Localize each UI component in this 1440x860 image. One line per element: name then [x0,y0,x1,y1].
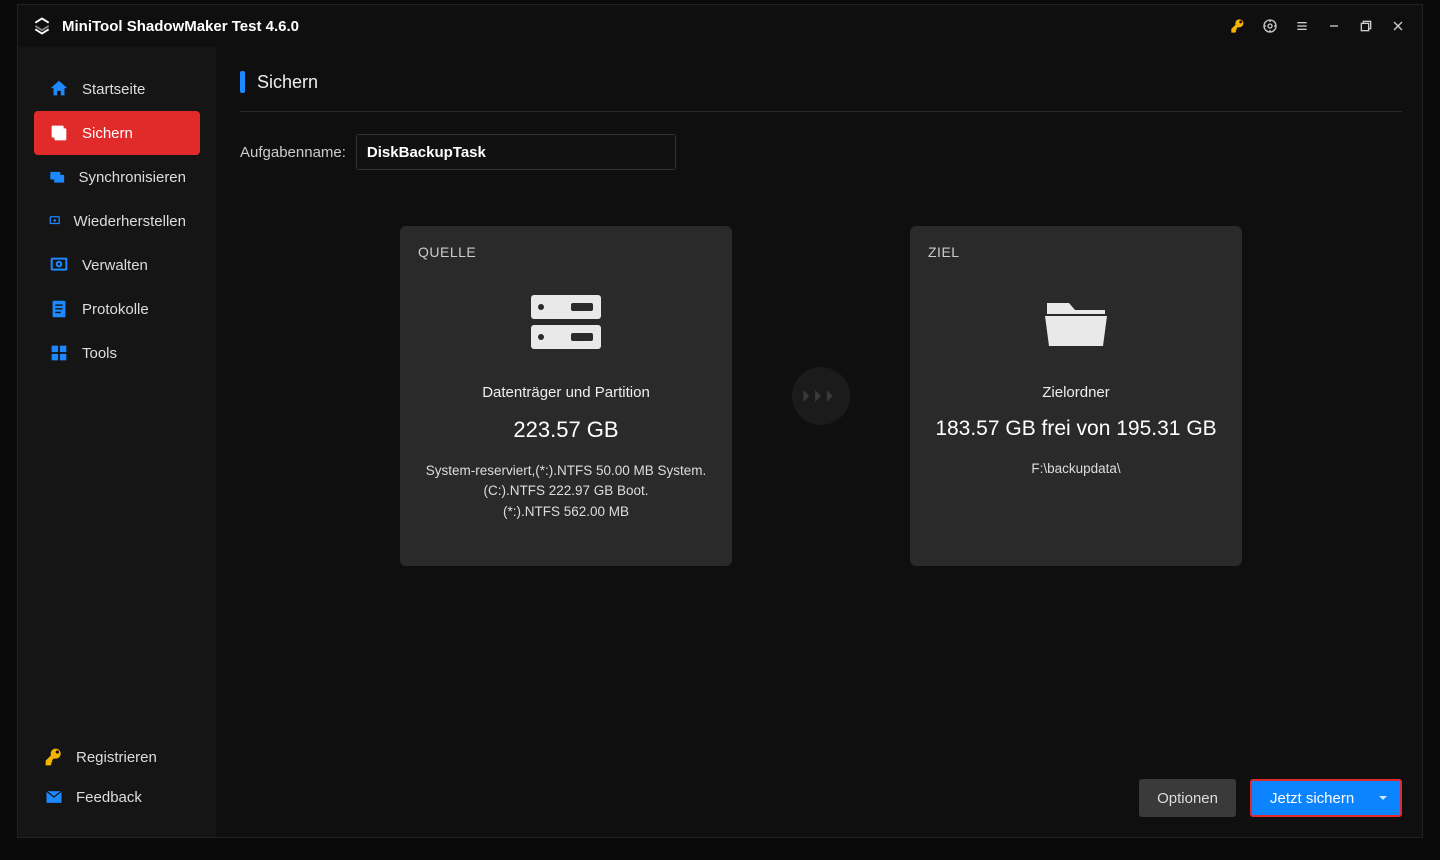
sidebar-item-label: Synchronisieren [78,169,186,186]
folder-icon [1037,288,1115,356]
sidebar-item-label: Wiederherstellen [73,213,186,230]
minimize-icon[interactable] [1318,10,1350,42]
backup-now-label: Jetzt sichern [1270,790,1354,807]
source-size: 223.57 GB [513,417,618,443]
register-link[interactable]: Registrieren [28,737,206,777]
dest-subtitle: Zielordner [1042,384,1110,401]
options-button[interactable]: Optionen [1139,779,1236,817]
logs-icon [48,298,70,320]
dest-size: 183.57 GB frei von 195.31 GB [935,417,1216,441]
backup-now-button[interactable]: Jetzt sichern [1250,779,1402,817]
source-details: System-reserviert,(*:).NTFS 50.00 MB Sys… [420,461,713,522]
register-label: Registrieren [76,749,157,766]
sync-icon [48,166,66,188]
main-content: Sichern Aufgabenname: QUELLE [216,47,1422,837]
sidebar-item-protokolle[interactable]: Protokolle [34,287,200,331]
sidebar-item-startseite[interactable]: Startseite [34,67,200,111]
taskname-input[interactable] [356,134,676,170]
tools-icon [48,342,70,364]
destination-card[interactable]: ZIEL Zielordner 183.57 GB frei von 195.3… [910,226,1242,566]
menu-icon[interactable] [1286,10,1318,42]
close-icon[interactable] [1382,10,1414,42]
backup-icon [48,122,70,144]
sidebar-item-label: Tools [82,345,117,362]
sidebar-item-synchronisieren[interactable]: Synchronisieren [34,155,200,199]
home-icon [48,78,70,100]
arrow-chevrons-icon [792,367,850,425]
manage-icon [48,254,70,276]
sidebar-item-label: Startseite [82,81,145,98]
app-title: MiniTool ShadowMaker Test 4.6.0 [62,18,299,35]
sidebar-item-wiederherstellen[interactable]: Wiederherstellen [34,199,200,243]
sidebar-item-sichern[interactable]: Sichern [34,111,200,155]
help-icon[interactable] [1254,10,1286,42]
feedback-label: Feedback [76,789,142,806]
sidebar-item-label: Verwalten [82,257,148,274]
sidebar-bottom-links: Registrieren Feedback [18,737,216,823]
page-header: Sichern [240,71,1402,93]
titlebar: MiniTool ShadowMaker Test 4.6.0 [18,5,1422,47]
page-title: Sichern [257,72,318,93]
app-window: MiniTool ShadowMaker Test 4.6.0 Startse [17,4,1423,838]
register-key-icon[interactable] [1222,10,1254,42]
sidebar: Startseite Sichern Synchronisieren Wiede… [18,47,216,837]
taskname-label: Aufgabenname: [240,144,346,161]
accent-bar [240,71,245,93]
maximize-icon[interactable] [1350,10,1382,42]
source-header: QUELLE [418,244,476,260]
dest-path: F:\backupdata\ [1025,459,1126,479]
sidebar-item-label: Sichern [82,125,133,142]
source-card[interactable]: QUELLE Datenträger und Partition 223.57 … [400,226,732,566]
app-logo-icon [32,16,52,36]
caret-down-icon [1378,793,1388,803]
restore-icon [48,210,61,232]
mail-icon [44,787,64,807]
disk-icon [527,288,605,356]
dest-header: ZIEL [928,244,960,260]
footer-buttons: Optionen Jetzt sichern [1139,779,1402,817]
divider [240,111,1402,112]
key-icon [44,747,64,767]
taskname-row: Aufgabenname: [240,134,1402,170]
sidebar-item-verwalten[interactable]: Verwalten [34,243,200,287]
sidebar-item-label: Protokolle [82,301,149,318]
sidebar-item-tools[interactable]: Tools [34,331,200,375]
source-subtitle: Datenträger und Partition [482,384,650,401]
feedback-link[interactable]: Feedback [28,777,206,817]
cards-row: QUELLE Datenträger und Partition 223.57 … [240,226,1402,566]
